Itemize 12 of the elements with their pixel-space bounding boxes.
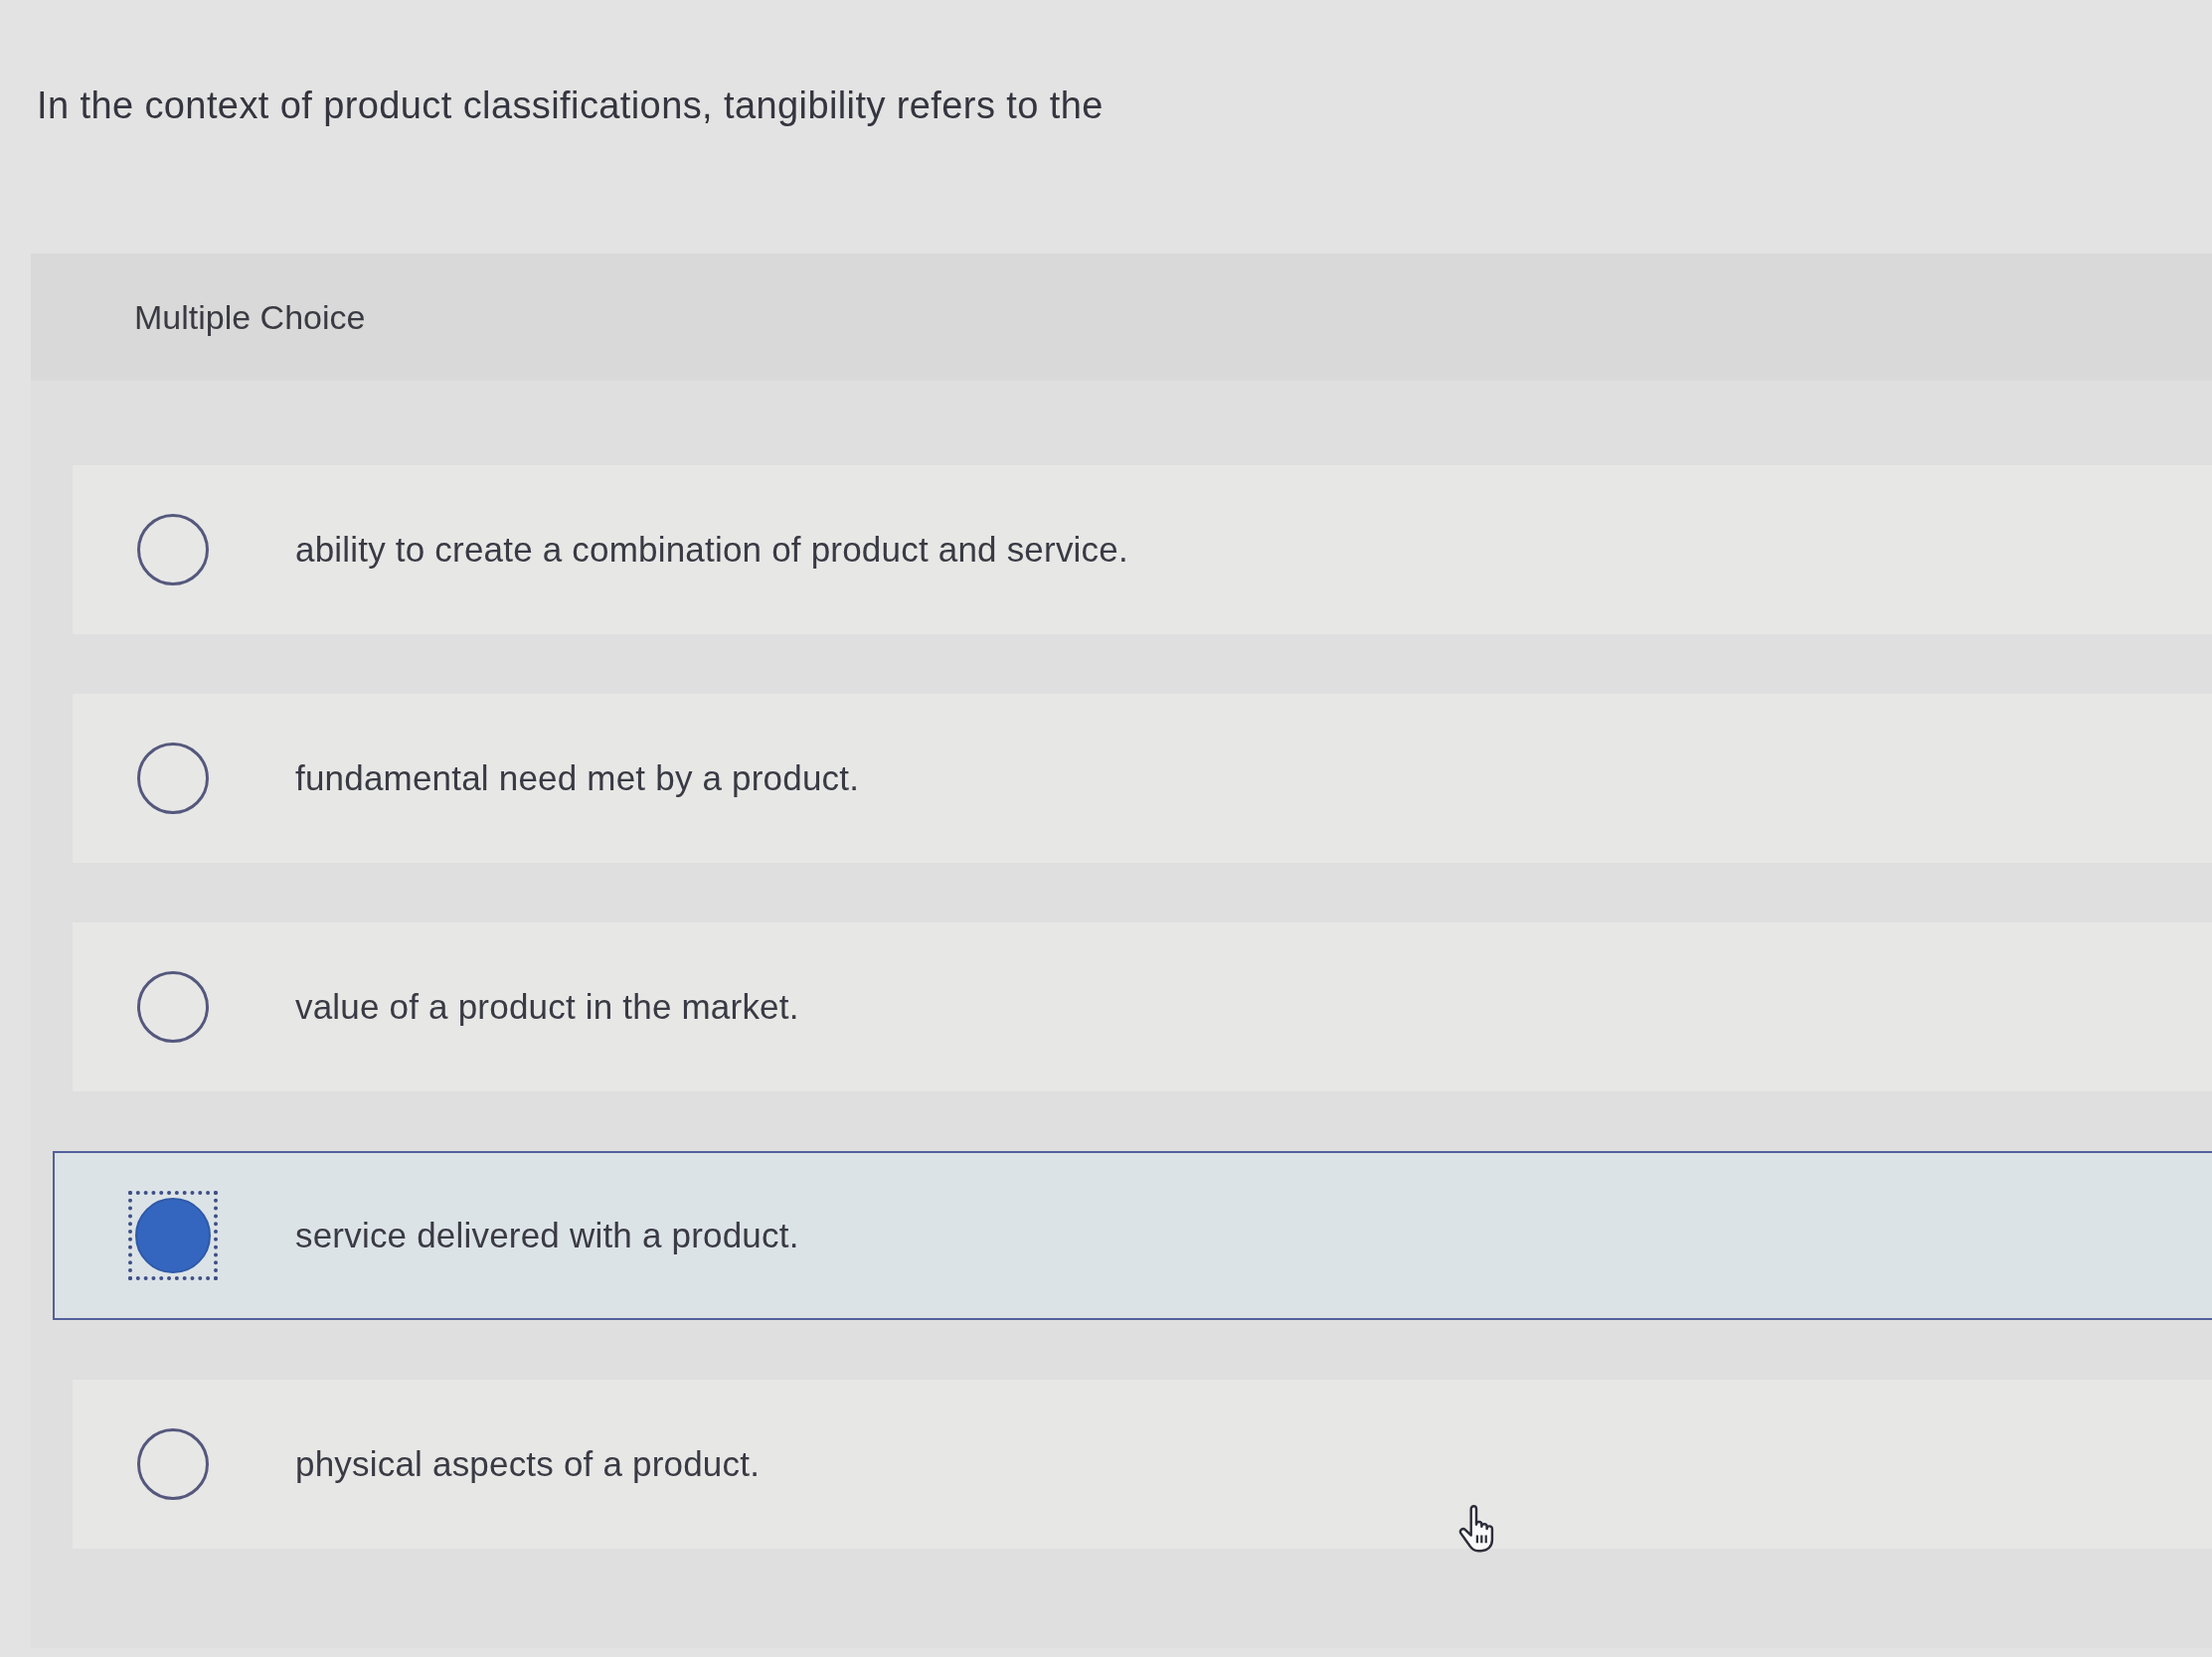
option-label[interactable]: physical aspects of a product. xyxy=(295,1443,761,1485)
radio-button[interactable] xyxy=(137,971,209,1043)
radio-button[interactable] xyxy=(128,1191,218,1280)
radio-button[interactable] xyxy=(137,1428,209,1500)
option-label[interactable]: service delivered with a product. xyxy=(295,1215,799,1256)
radio-button[interactable] xyxy=(137,514,209,585)
question-type-label: Multiple Choice xyxy=(134,297,366,337)
question-text: In the context of product classifications, tangibility refers to the xyxy=(37,83,1104,127)
option-label[interactable]: fundamental need met by a product. xyxy=(295,757,860,799)
option-label[interactable]: ability to create a combination of product and service. xyxy=(295,529,1128,571)
option-label[interactable]: value of a product in the market. xyxy=(295,986,799,1028)
radio-button[interactable] xyxy=(137,743,209,814)
